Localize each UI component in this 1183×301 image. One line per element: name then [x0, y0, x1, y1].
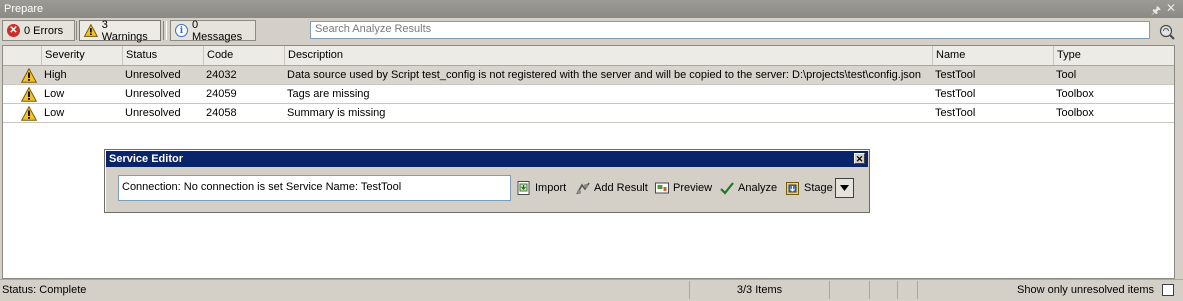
- column-header-status[interactable]: Status: [122, 46, 203, 65]
- error-icon: ✕: [7, 24, 20, 37]
- column-header-name[interactable]: Name: [932, 46, 1053, 65]
- search-icon[interactable]: [1158, 22, 1176, 40]
- errors-filter-button[interactable]: ✕ 0 Errors: [2, 20, 75, 41]
- service-editor-title-bar[interactable]: Service Editor ✕: [106, 151, 868, 167]
- code-cell: 24058: [206, 107, 237, 119]
- import-icon: [517, 181, 530, 195]
- warning-icon: [21, 87, 37, 102]
- description-cell: Data source used by Script test_config i…: [287, 69, 922, 81]
- toolbar-separator: [163, 21, 167, 40]
- show-unresolved-checkbox[interactable]: [1162, 284, 1174, 296]
- warnings-filter-button[interactable]: 3 Warnings: [79, 18, 161, 43]
- import-button[interactable]: Import: [516, 179, 566, 197]
- column-header-description[interactable]: Description: [284, 46, 932, 65]
- chevron-down-icon: [840, 185, 849, 191]
- info-icon: i: [175, 24, 188, 37]
- grid-header: Severity Status Code Description Name Ty…: [3, 46, 1174, 66]
- messages-label: 0 Messages: [191, 18, 243, 43]
- show-unresolved-label: Show only unresolved items: [1017, 284, 1154, 296]
- stage-button[interactable]: Stage: [785, 179, 833, 197]
- preview-button[interactable]: Preview: [654, 179, 712, 197]
- type-cell: Toolbox: [1056, 107, 1094, 119]
- service-editor-window: Service Editor ✕ Connection: No connecti…: [104, 149, 870, 213]
- analyze-button[interactable]: Analyze: [719, 179, 777, 197]
- severity-cell: Low: [44, 107, 65, 119]
- filter-toolbar: ✕ 0 Errors 3 Warnings i 0 Messages Searc…: [0, 18, 1183, 45]
- items-count: 3/3 Items: [690, 281, 830, 299]
- type-cell: Toolbox: [1056, 88, 1094, 100]
- status-pane: [870, 281, 898, 299]
- column-header-icon[interactable]: [3, 46, 41, 65]
- code-cell: 24032: [206, 69, 237, 81]
- status-cell: Unresolved: [125, 69, 181, 81]
- add-result-icon: [576, 182, 590, 195]
- table-row[interactable]: Low Unresolved 24059 Tags are missing Te…: [3, 85, 1174, 104]
- search-input[interactable]: Search Analyze Results: [310, 21, 1150, 39]
- column-header-code[interactable]: Code: [203, 46, 284, 65]
- code-cell: 24059: [206, 88, 237, 100]
- warning-icon: [21, 106, 37, 121]
- errors-label: 0 Errors: [24, 24, 64, 37]
- description-cell: Tags are missing: [287, 88, 370, 100]
- status-cell: Unresolved: [125, 107, 181, 119]
- close-icon[interactable]: ✕: [1166, 1, 1176, 15]
- table-row[interactable]: High Unresolved 24032 Data source used b…: [3, 66, 1174, 85]
- severity-cell: High: [44, 69, 67, 81]
- messages-filter-button[interactable]: i 0 Messages: [170, 18, 256, 43]
- type-cell: Tool: [1056, 69, 1077, 81]
- panel-title-bar: Prepare 🖈 ✕: [0, 0, 1183, 18]
- name-cell: TestTool: [935, 88, 976, 100]
- service-editor-title: Service Editor: [109, 153, 183, 165]
- status-pane: [830, 281, 870, 299]
- name-cell: TestTool: [935, 69, 976, 81]
- column-header-severity[interactable]: Severity: [41, 46, 122, 65]
- status-bar: Status: Complete 3/3 Items Show only unr…: [0, 279, 1183, 301]
- checkmark-icon: [720, 182, 734, 195]
- panel-title: Prepare: [4, 3, 44, 15]
- warnings-label: 3 Warnings: [101, 18, 148, 43]
- column-header-type[interactable]: Type: [1053, 46, 1174, 65]
- analyze-label: Analyze: [738, 182, 778, 194]
- table-row[interactable]: Low Unresolved 24058 Summary is missing …: [3, 104, 1174, 123]
- preview-label: Preview: [673, 182, 713, 194]
- stage-label: Stage: [804, 182, 833, 194]
- import-label: Import: [535, 182, 567, 194]
- add-result-label: Add Result: [594, 182, 648, 194]
- status-text: Status: Complete: [0, 281, 690, 299]
- stage-icon: [786, 182, 799, 195]
- add-result-button[interactable]: Add Result: [575, 179, 648, 197]
- warning-icon: [21, 68, 37, 83]
- preview-icon: [655, 182, 669, 194]
- more-dropdown-button[interactable]: [835, 178, 854, 198]
- status-pane: [898, 281, 918, 299]
- name-cell: TestTool: [935, 107, 976, 119]
- status-cell: Unresolved: [125, 88, 181, 100]
- connection-field[interactable]: Connection: No connection is set Service…: [118, 175, 511, 201]
- close-icon[interactable]: ✕: [854, 153, 865, 164]
- description-cell: Summary is missing: [287, 107, 386, 119]
- warning-icon: [84, 24, 98, 37]
- severity-cell: Low: [44, 88, 65, 100]
